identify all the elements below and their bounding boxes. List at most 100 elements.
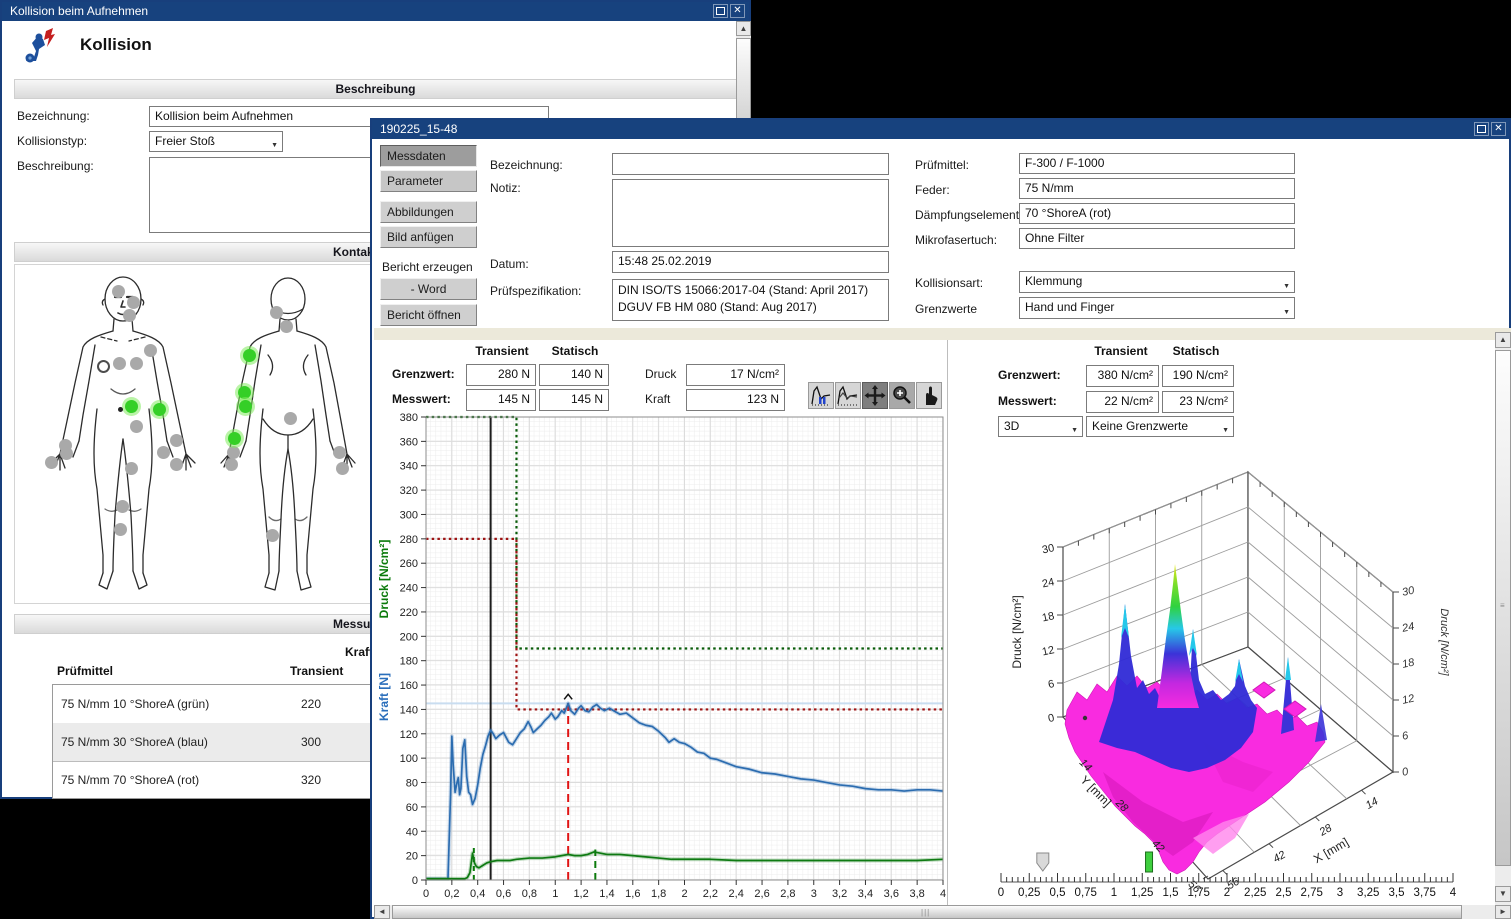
rp-messwert-statisch: 23 N/cm² <box>1162 391 1234 413</box>
contact-point[interactable] <box>270 306 283 319</box>
vertical-scrollbar[interactable]: ▲ ≡ ▼ <box>1495 332 1511 905</box>
f-grenzwerte-dropdown[interactable]: Hand und Finger ▼ <box>1019 297 1295 319</box>
contact-point[interactable] <box>266 529 279 542</box>
curve-pause-tool-button[interactable] <box>808 382 834 409</box>
contact-point[interactable] <box>127 296 140 309</box>
front-window-titlebar[interactable]: 190225_15-48 ✕ <box>372 120 1509 139</box>
y-tick-label: 60 <box>406 802 418 814</box>
f-pruefmittel-label: Prüfmittel: <box>915 158 969 172</box>
f-feder-input[interactable]: 75 N/mm <box>1019 178 1295 199</box>
maximize-icon[interactable] <box>713 4 728 18</box>
kollisionstyp-dropdown[interactable]: Freier Stoß ▼ <box>149 131 283 152</box>
scroll-left-icon[interactable]: ◄ <box>374 905 390 919</box>
z-tick-label: 18 <box>1401 656 1416 670</box>
contact-point[interactable] <box>114 523 127 536</box>
contact-point[interactable] <box>225 458 238 471</box>
rp-grenzwert-statisch: 190 N/cm² <box>1162 365 1234 387</box>
force-time-chart: 00,20,40,60,811,21,41,61,822,22,42,62,83… <box>374 407 947 905</box>
contact-point[interactable] <box>170 458 183 471</box>
y-tick-label: 260 <box>400 558 418 570</box>
pan-tool-button[interactable] <box>862 382 888 409</box>
rp-grenzwerte-dropdown[interactable]: Keine Grenzwerte ▼ <box>1086 416 1234 437</box>
contact-point[interactable] <box>157 446 170 459</box>
word-button[interactable]: - Word <box>380 278 477 300</box>
z-tick-label: 24 <box>1400 621 1415 635</box>
time-slider[interactable]: 00,250,50,7511,251,51,7522,252,52,7533,2… <box>968 845 1488 905</box>
f-pruefmittel-input[interactable]: F-300 / F-1000 <box>1019 153 1295 174</box>
contact-point[interactable] <box>130 420 143 433</box>
nav-abbildungen-button[interactable]: Abbildungen <box>380 201 477 223</box>
contact-point[interactable] <box>112 285 125 298</box>
f-datum-label: Datum: <box>490 257 529 271</box>
scroll-up-icon[interactable]: ▲ <box>736 21 751 36</box>
f-pruefspez-textarea[interactable]: DIN ISO/TS 15066:2017-04 (Stand: April 2… <box>612 279 889 321</box>
x-tick-label: 3,8 <box>910 888 925 900</box>
contact-point-active[interactable] <box>228 432 241 445</box>
scroll-right-icon[interactable]: ► <box>1495 905 1511 919</box>
scrollbar-thumb[interactable]: ≡ <box>1495 350 1511 866</box>
table-cell-transient: 320 <box>301 773 321 787</box>
slider-green-marker[interactable] <box>1146 852 1153 872</box>
maximize-icon[interactable] <box>1474 122 1489 136</box>
z-tick-label: 12 <box>1041 644 1055 658</box>
contact-point[interactable] <box>45 456 58 469</box>
contact-point-active[interactable] <box>238 386 251 399</box>
f-grenzwerte-label: Grenzwerte <box>915 302 977 316</box>
lp-druck-label: Druck <box>645 367 676 381</box>
contact-point[interactable] <box>333 446 346 459</box>
zoom-tool-button[interactable] <box>889 382 915 409</box>
scrollbar-thumb[interactable]: ||| <box>392 905 1462 919</box>
slider-tick-label: 1,75 <box>1188 887 1210 899</box>
horizontal-scrollbar[interactable]: ◄ ||| ► <box>374 905 1511 919</box>
contact-point[interactable] <box>284 412 297 425</box>
contact-point[interactable] <box>336 462 349 475</box>
scroll-up-icon[interactable]: ▲ <box>1495 332 1511 348</box>
bericht-oeffnen-button[interactable]: Bericht öffnen <box>380 304 477 326</box>
contact-point[interactable] <box>97 360 110 373</box>
nav-messdaten-button[interactable]: Messdaten <box>380 145 477 167</box>
rp-grenzwert-transient: 380 N/cm² <box>1086 365 1159 387</box>
z-tick-label: 0 <box>1401 766 1410 779</box>
y-tick-label: 340 <box>400 461 418 473</box>
chevron-down-icon: ▼ <box>1222 427 1229 434</box>
close-icon[interactable]: ✕ <box>730 4 745 18</box>
back-window-titlebar[interactable]: Kollision beim Aufnehmen ✕ <box>2 2 749 21</box>
table-col-pruefmittel: Prüfmittel <box>57 664 113 678</box>
contact-point[interactable] <box>116 500 129 513</box>
contact-point-active[interactable] <box>153 403 166 416</box>
contact-point-active[interactable] <box>125 400 138 413</box>
contact-point[interactable] <box>280 320 293 333</box>
contact-point[interactable] <box>113 357 126 370</box>
contact-point-active[interactable] <box>243 349 256 362</box>
f-notiz-textarea[interactable] <box>612 179 889 247</box>
close-icon[interactable]: ✕ <box>1491 122 1506 136</box>
contact-point[interactable] <box>170 434 183 447</box>
chevron-down-icon: ▼ <box>1283 283 1290 290</box>
contact-point[interactable] <box>144 344 157 357</box>
rp-mode-dropdown[interactable]: 3D ▼ <box>998 416 1083 437</box>
lp-grenzwert-transient: 280 N <box>466 364 536 386</box>
f-bezeichnung-input[interactable] <box>612 153 889 175</box>
rp-messwert-transient: 22 N/cm² <box>1086 391 1159 413</box>
contact-point[interactable] <box>60 447 73 460</box>
contact-point[interactable] <box>118 407 123 412</box>
contact-point[interactable] <box>227 446 240 459</box>
nav-bild-anfuegen-button[interactable]: Bild anfügen <box>380 226 477 248</box>
y-tick-label: 140 <box>400 704 418 716</box>
f-daempfung-input[interactable]: 70 °ShoreA (rot) <box>1019 203 1295 224</box>
curve-compare-tool-button[interactable] <box>835 382 861 409</box>
hand-tool-button[interactable] <box>916 382 942 409</box>
f-mikrofasertuch-input[interactable]: Ohne Filter <box>1019 228 1295 249</box>
slider-tick-label: 0,25 <box>1018 887 1040 899</box>
contact-point[interactable] <box>125 462 138 475</box>
contact-point[interactable] <box>130 357 143 370</box>
front-window-title: 190225_15-48 <box>380 122 457 136</box>
nav-parameter-button[interactable]: Parameter <box>380 170 477 192</box>
scroll-down-icon[interactable]: ▼ <box>1495 886 1511 902</box>
y-axis-label-kraft: Kraft [N] <box>377 673 391 721</box>
f-datum-input[interactable]: 15:48 25.02.2019 <box>612 251 889 273</box>
slider-pointer-handle[interactable] <box>1037 853 1049 871</box>
f-kollisionsart-dropdown[interactable]: Klemmung ▼ <box>1019 271 1295 293</box>
contact-point[interactable] <box>123 309 136 322</box>
contact-point-active[interactable] <box>239 400 252 413</box>
